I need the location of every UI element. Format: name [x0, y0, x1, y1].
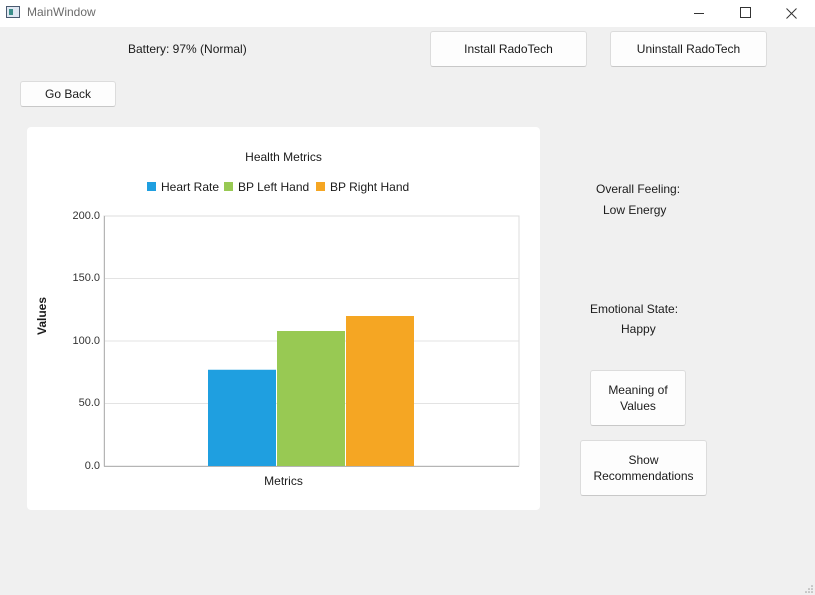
install-radotech-button[interactable]: Install RadoTech: [430, 31, 587, 67]
health-metrics-chart: Health Metrics Heart Rate BP Left Hand B…: [27, 127, 540, 510]
x-axis-label: Metrics: [264, 474, 303, 488]
title-bar: MainWindow: [0, 0, 815, 27]
bar-bp-right-hand: [346, 316, 414, 466]
bar-heart-rate: [208, 369, 276, 466]
minimize-button[interactable]: [676, 0, 722, 27]
close-icon: [786, 8, 797, 19]
overall-feeling-label: Overall Feeling:: [596, 182, 681, 196]
plot-area: [103, 215, 520, 467]
resize-grip-icon[interactable]: [805, 585, 813, 593]
maximize-button[interactable]: [722, 0, 768, 27]
install-radotech-label: Install RadoTech: [464, 42, 553, 56]
overall-feeling-value: Low Energy: [603, 203, 667, 217]
emotional-state-label: Emotional State:: [590, 302, 679, 316]
app-icon: [6, 6, 20, 18]
show-recommendations-button[interactable]: Show Recommendations: [580, 440, 707, 496]
show-recommendations-label-line1: Show: [628, 453, 659, 467]
battery-status: Battery: 97% (Normal): [128, 42, 247, 56]
go-back-label: Go Back: [44, 87, 92, 101]
bars-group: [208, 316, 414, 466]
go-back-button[interactable]: Go Back: [20, 81, 116, 107]
meaning-of-values-label-line2: Values: [620, 399, 656, 413]
close-button[interactable]: [768, 0, 814, 27]
bar-bp-left-hand: [277, 331, 345, 466]
window-title: MainWindow: [27, 5, 96, 19]
show-recommendations-label-line2: Recommendations: [593, 469, 694, 483]
emotional-state-value: Happy: [621, 322, 656, 336]
meaning-of-values-label-line1: Meaning of: [608, 383, 668, 397]
uninstall-radotech-label: Uninstall RadoTech: [636, 42, 741, 56]
meaning-of-values-button[interactable]: Meaning of Values: [590, 370, 686, 426]
uninstall-radotech-button[interactable]: Uninstall RadoTech: [610, 31, 767, 67]
